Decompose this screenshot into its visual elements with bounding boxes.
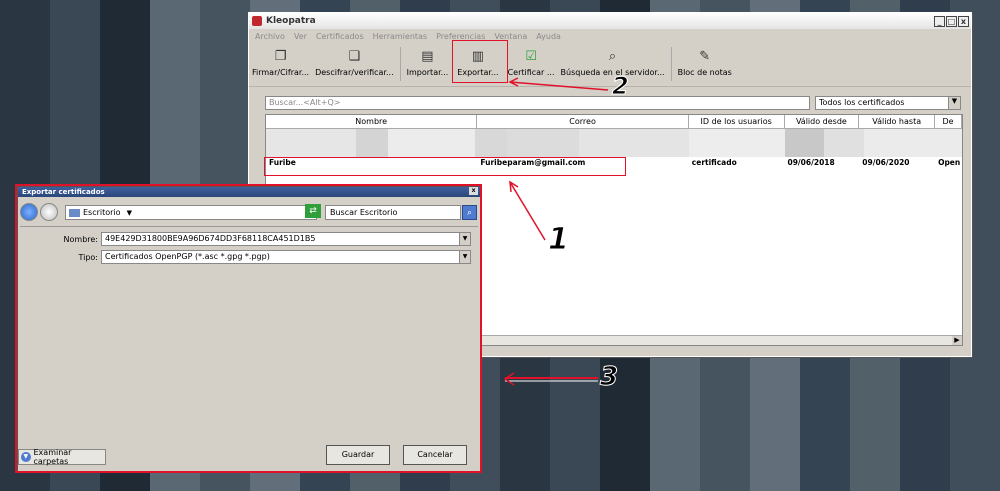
annotation-number-1: 1 bbox=[548, 222, 570, 258]
annotation-number-2: 2 bbox=[612, 72, 630, 101]
annotation-number-3: 3 bbox=[599, 362, 619, 393]
annotation-arrows bbox=[503, 77, 609, 386]
